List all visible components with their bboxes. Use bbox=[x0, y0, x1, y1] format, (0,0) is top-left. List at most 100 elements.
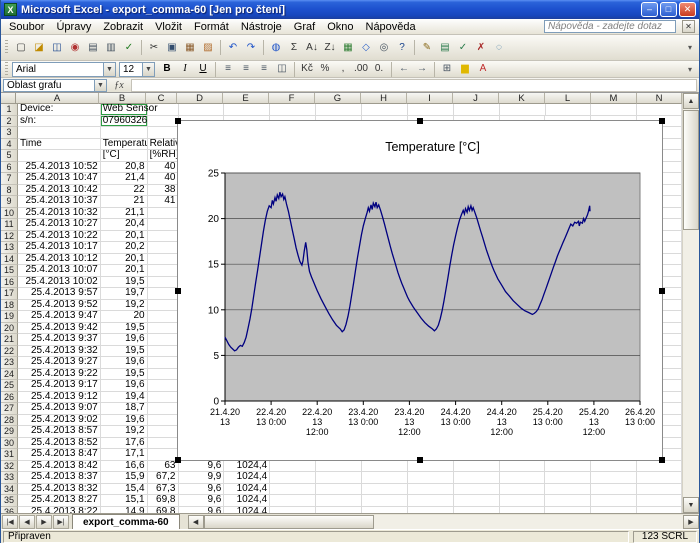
cell-C5[interactable]: [%RH] bbox=[148, 150, 179, 162]
cell-F32[interactable] bbox=[270, 461, 316, 473]
cell-A21[interactable]: 25.4.2013 9:37 bbox=[18, 334, 101, 346]
cell-F35[interactable] bbox=[270, 495, 316, 507]
cell-A34[interactable]: 25.4.2013 8:32 bbox=[18, 484, 101, 496]
cell-C2[interactable] bbox=[148, 116, 179, 128]
cell-I34[interactable] bbox=[408, 484, 454, 496]
menu-zobrazit[interactable]: Zobrazit bbox=[97, 20, 149, 34]
cell-K35[interactable] bbox=[500, 495, 546, 507]
tab-first-icon[interactable]: |◀ bbox=[2, 515, 18, 529]
cell-D1[interactable] bbox=[179, 104, 225, 116]
chevron-down-icon[interactable]: ▼ bbox=[94, 80, 106, 91]
column-header-a[interactable]: A bbox=[16, 93, 99, 104]
scroll-left-icon[interactable]: ◀ bbox=[188, 515, 204, 529]
spelling-icon[interactable]: ✓ bbox=[120, 39, 138, 56]
cell-C28[interactable] bbox=[148, 415, 179, 427]
row-header-18[interactable]: 18 bbox=[1, 300, 18, 312]
menu-format[interactable]: Formát bbox=[188, 20, 235, 34]
row-header-3[interactable]: 3 bbox=[1, 127, 18, 139]
toolbar-options-icon[interactable]: ▾ bbox=[684, 39, 696, 56]
cell-B3[interactable] bbox=[101, 127, 148, 139]
cell-A10[interactable]: 25.4.2013 10:32 bbox=[18, 208, 101, 220]
scroll-right-icon[interactable]: ▶ bbox=[683, 515, 699, 529]
cell-G35[interactable] bbox=[316, 495, 362, 507]
cell-E32[interactable]: 1024,4 bbox=[224, 461, 270, 473]
cell-H34[interactable] bbox=[362, 484, 408, 496]
align-center-icon[interactable]: ≡ bbox=[237, 61, 255, 78]
chart-selection-handle[interactable] bbox=[175, 118, 181, 124]
cell-B30[interactable]: 17,6 bbox=[101, 438, 148, 450]
maximize-button[interactable]: □ bbox=[660, 2, 677, 17]
cell-C19[interactable] bbox=[148, 311, 179, 323]
column-header-k[interactable]: K bbox=[499, 93, 545, 104]
cell-B4[interactable]: Temperature bbox=[101, 139, 148, 151]
help-icon[interactable]: ? bbox=[393, 39, 411, 56]
zoom-icon[interactable]: ◎ bbox=[375, 39, 393, 56]
cell-N33[interactable] bbox=[637, 472, 682, 484]
column-header-i[interactable]: I bbox=[407, 93, 453, 104]
cell-I32[interactable] bbox=[408, 461, 454, 473]
cell-A22[interactable]: 25.4.2013 9:32 bbox=[18, 346, 101, 358]
cell-E1[interactable] bbox=[224, 104, 270, 116]
workbook-close-icon[interactable]: ✕ bbox=[682, 20, 695, 33]
cell-K32[interactable] bbox=[500, 461, 546, 473]
cell-J32[interactable] bbox=[454, 461, 500, 473]
fill-color-icon[interactable]: ▆ bbox=[456, 61, 474, 78]
cell-A5[interactable] bbox=[18, 150, 101, 162]
currency-icon[interactable]: Kč bbox=[298, 61, 316, 78]
cell-C13[interactable] bbox=[148, 242, 179, 254]
cell-B29[interactable]: 19,2 bbox=[101, 426, 148, 438]
accept-change-icon[interactable]: ✓ bbox=[454, 39, 472, 56]
cell-L33[interactable] bbox=[545, 472, 591, 484]
cell-A35[interactable]: 25.4.2013 8:27 bbox=[18, 495, 101, 507]
cell-I35[interactable] bbox=[408, 495, 454, 507]
drawing-icon[interactable]: ◇ bbox=[357, 39, 375, 56]
cell-B11[interactable]: 20,4 bbox=[101, 219, 148, 231]
cell-N1[interactable] bbox=[637, 104, 682, 116]
row-header-22[interactable]: 22 bbox=[1, 346, 18, 358]
chevron-down-icon[interactable]: ▼ bbox=[142, 63, 154, 76]
row-header-10[interactable]: 10 bbox=[1, 208, 18, 220]
cell-H35[interactable] bbox=[362, 495, 408, 507]
cell-C12[interactable] bbox=[148, 231, 179, 243]
sheet-tab-active[interactable]: export_comma-60 bbox=[72, 514, 180, 529]
vertical-scrollbar[interactable]: ▲ ▼ bbox=[682, 93, 699, 513]
cell-C14[interactable] bbox=[148, 254, 179, 266]
cell-C16[interactable] bbox=[148, 277, 179, 289]
row-header-35[interactable]: 35 bbox=[1, 495, 18, 507]
vertical-scroll-thumb[interactable] bbox=[683, 110, 699, 230]
comma-style-icon[interactable]: , bbox=[334, 61, 352, 78]
cell-K33[interactable] bbox=[500, 472, 546, 484]
insert-function-icon[interactable]: ƒx bbox=[110, 79, 128, 92]
reject-change-icon[interactable]: ✗ bbox=[472, 39, 490, 56]
cell-A28[interactable]: 25.4.2013 9:02 bbox=[18, 415, 101, 427]
row-header-26[interactable]: 26 bbox=[1, 392, 18, 404]
cell-C31[interactable] bbox=[148, 449, 179, 461]
cell-C20[interactable] bbox=[148, 323, 179, 335]
new-file-icon[interactable]: ▢ bbox=[12, 39, 30, 56]
cell-C33[interactable]: 67,2 bbox=[148, 472, 179, 484]
cell-B31[interactable]: 17,1 bbox=[101, 449, 148, 461]
menu-napoveda[interactable]: Nápověda bbox=[360, 20, 422, 34]
chart-selection-handle[interactable] bbox=[659, 457, 665, 463]
column-header-g[interactable]: G bbox=[315, 93, 361, 104]
row-header-25[interactable]: 25 bbox=[1, 380, 18, 392]
percent-icon[interactable]: % bbox=[316, 61, 334, 78]
cell-A33[interactable]: 25.4.2013 8:37 bbox=[18, 472, 101, 484]
cell-A30[interactable]: 25.4.2013 8:52 bbox=[18, 438, 101, 450]
cell-C21[interactable] bbox=[148, 334, 179, 346]
column-header-d[interactable]: D bbox=[177, 93, 223, 104]
increase-decimal-icon[interactable]: .00 bbox=[352, 61, 370, 78]
cell-C27[interactable] bbox=[148, 403, 179, 415]
tab-next-icon[interactable]: ▶ bbox=[36, 515, 52, 529]
chart-title[interactable]: Temperature [°C] bbox=[385, 140, 480, 154]
cell-K1[interactable] bbox=[500, 104, 546, 116]
cell-J34[interactable] bbox=[454, 484, 500, 496]
row-header-1[interactable]: 1 bbox=[1, 104, 18, 116]
cell-B22[interactable]: 19,5 bbox=[101, 346, 148, 358]
cell-B13[interactable]: 20,2 bbox=[101, 242, 148, 254]
hyperlink-icon[interactable]: ◍ bbox=[267, 39, 285, 56]
chart-selection-handle[interactable] bbox=[659, 118, 665, 124]
menu-okno[interactable]: Okno bbox=[321, 20, 359, 34]
print-preview-icon[interactable]: ▥ bbox=[102, 39, 120, 56]
cell-C11[interactable] bbox=[148, 219, 179, 231]
